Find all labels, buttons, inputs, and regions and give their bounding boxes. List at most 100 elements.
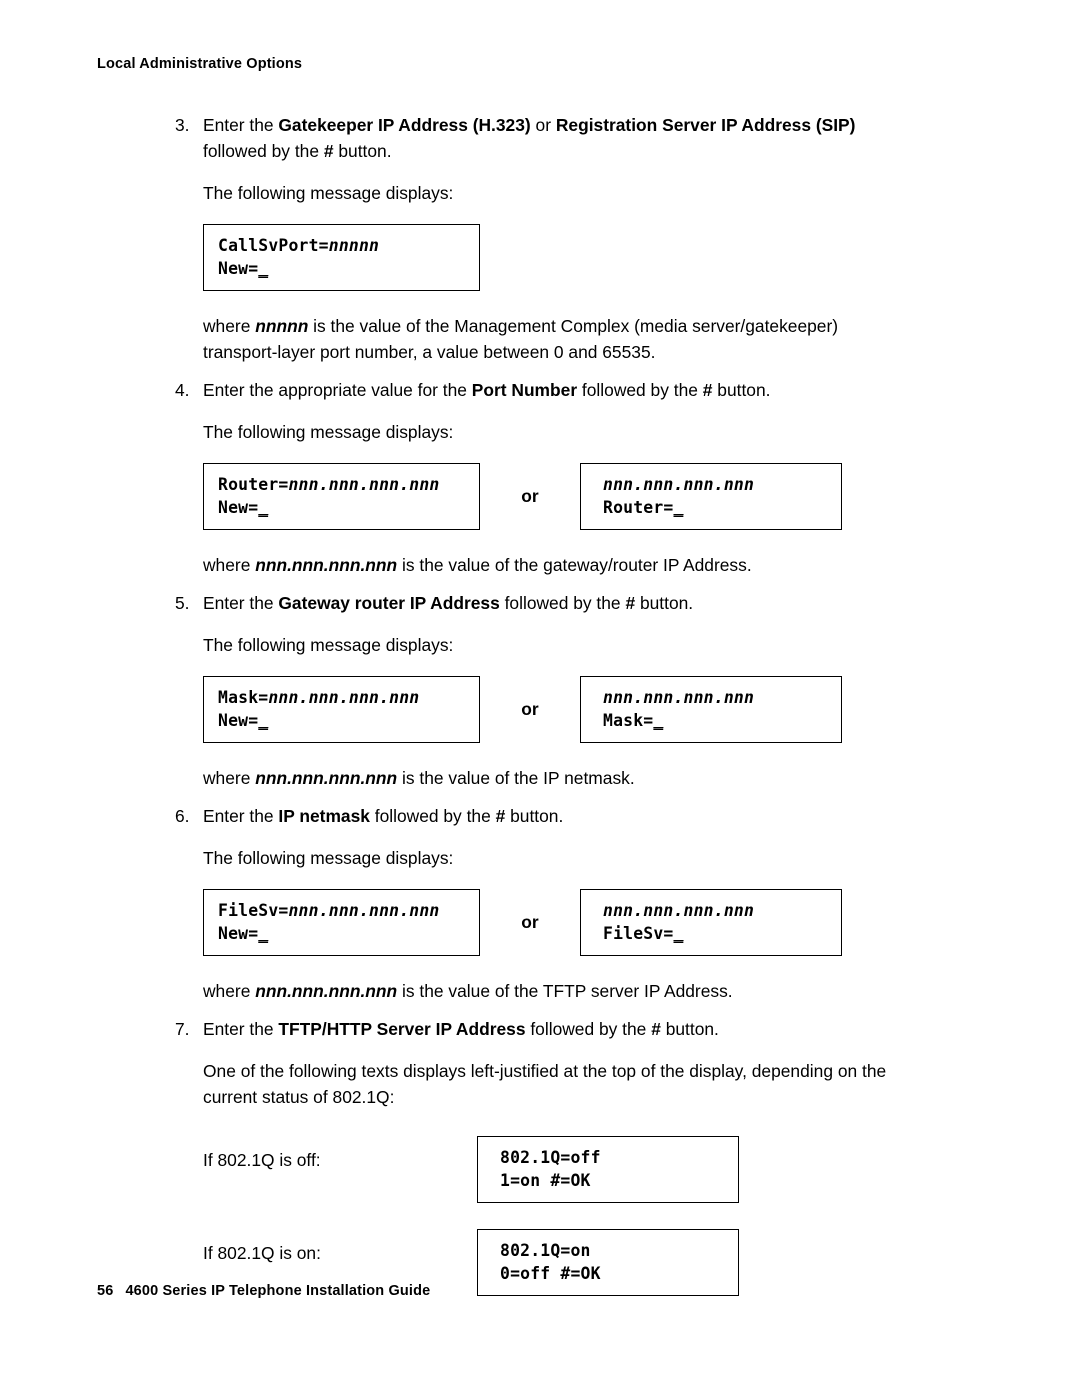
step-6-tail-post: button. (505, 806, 564, 826)
lcd-box-router-right: nnn.nnn.nnn.nnn Router=_ (580, 463, 842, 530)
step-5-text: Enter the Gateway router IP Address foll… (203, 590, 985, 616)
step-7-text: Enter the TFTP/HTTP Server IP Address fo… (203, 1016, 985, 1042)
lcd-filesv-right-var: nnn.nnn.nnn.nnn (603, 901, 755, 920)
or-label-filesv: or (521, 912, 539, 932)
lcd-q-off-line2: 1=on #=OK (500, 1171, 591, 1190)
where-router-var: nnn.nnn.nnn.nnn (255, 555, 398, 575)
step-7-tail-pre: followed by the (525, 1019, 652, 1039)
where-note-callsvport: where nnnnn is the value of the Manageme… (203, 313, 985, 365)
step-5: 5. Enter the Gateway router IP Address f… (175, 590, 985, 616)
where-router-pre: where (203, 555, 256, 575)
step-6-lead: Enter the (203, 806, 279, 826)
lcd-callsvport-new-label: New= (218, 259, 259, 278)
step-7-hash: # (651, 1019, 661, 1039)
lcd-router-right-cursor: _ (673, 498, 684, 517)
where-note-mask: where nnn.nnn.nnn.nnn is the value of th… (203, 765, 985, 791)
lcd-box-callsvport: CallSvPort=nnnnn New=_ (203, 224, 480, 291)
step-5-follow: The following message displays: (203, 635, 454, 655)
or-label-router: or (521, 486, 539, 506)
lcd-mask-new-label: New= (218, 711, 259, 730)
lcd-filesv-new-label: New= (218, 924, 259, 943)
step-3-mid: or (530, 115, 556, 135)
where-filesv-pre: where (203, 981, 256, 1001)
step-7-lead: Enter the (203, 1019, 279, 1039)
lcd-router-label: Router= (218, 475, 289, 494)
where-note-router: where nnn.nnn.nnn.nnn is the value of th… (203, 552, 985, 578)
where-callsvport-post: is the value of the Management Complex (… (308, 316, 839, 336)
step-3-tail-post: button. (333, 141, 392, 161)
step-6-number: 6. (175, 806, 190, 826)
lcd-callsvport-var: nnnnn (328, 236, 380, 255)
step-6-follow: The following message displays: (203, 848, 454, 868)
lcd-router-right-label: Router= (603, 498, 674, 517)
document-page: Local Administrative Options 3. Enter th… (0, 0, 1080, 1397)
step-3-tail-pre: followed by the (203, 141, 324, 161)
lcd-router-new-label: New= (218, 498, 259, 517)
q-label-on: If 802.1Q is on: (203, 1243, 321, 1263)
step-7-follow-line1: One of the following texts displays left… (203, 1061, 887, 1081)
body-column: 3. Enter the Gatekeeper IP Address (H.32… (175, 112, 985, 1296)
lcd-box-filesv-right: nnn.nnn.nnn.nnn FileSv=_ (580, 889, 842, 956)
or-label-mask: or (521, 699, 539, 719)
lcd-row-filesv: FileSv=nnn.nnn.nnn.nnn New=_ or nnn.nnn.n… (203, 889, 985, 956)
step-3-number: 3. (175, 115, 190, 135)
lcd-mask-right-label: Mask= (603, 711, 654, 730)
lcd-box-q-off: 802.1Q=off 1=on #=OK (477, 1136, 739, 1203)
step-3-bold-gatekeeper: Gatekeeper IP Address (H.323) (278, 115, 531, 135)
step-6-bold-ip-netmask: IP netmask (278, 806, 370, 826)
lcd-router-right-var: nnn.nnn.nnn.nnn (603, 475, 755, 494)
lcd-router-var: nnn.nnn.nnn.nnn (288, 475, 440, 494)
step-5-lead: Enter the (203, 593, 279, 613)
step-5-hash: # (625, 593, 636, 613)
where-note-filesv: where nnn.nnn.nnn.nnn is the value of th… (203, 978, 985, 1004)
step-6-text: Enter the IP netmask followed by the # b… (203, 803, 985, 829)
step-4-bold-port-number: Port Number (471, 380, 578, 400)
where-filesv-post: is the value of the TFTP server IP Addre… (397, 981, 733, 1001)
where-mask-post: is the value of the IP netmask. (397, 768, 635, 788)
page-footer: 56 4600 Series IP Telephone Installation … (97, 1283, 430, 1299)
lcd-row-mask: Mask=nnn.nnn.nnn.nnn New=_ or nnn.nnn.nnn… (203, 676, 985, 743)
lcd-q-on-line2: 0=off #=OK (500, 1264, 601, 1283)
running-head: Local Administrative Options (97, 56, 303, 72)
step-3-lead: Enter the (203, 115, 279, 135)
lcd-filesv-label: FileSv= (218, 901, 289, 920)
step-6-hash: # (495, 806, 506, 826)
lcd-box-router-left: Router=nnn.nnn.nnn.nnn New=_ (203, 463, 480, 530)
step-7-number: 7. (175, 1019, 190, 1039)
lcd-mask-right-cursor: _ (653, 711, 664, 730)
lcd-box-q-on: 802.1Q=on 0=off #=OK (477, 1229, 739, 1296)
lcd-q-off-line1: 802.1Q=off (500, 1148, 601, 1167)
where-callsvport-pre: where (203, 316, 256, 336)
step-4-hash: # (702, 380, 713, 400)
lcd-row-callsvport: CallSvPort=nnnnn New=_ (203, 224, 985, 291)
lcd-callsvport-label: CallSvPort= (218, 236, 329, 255)
lcd-filesv-cursor: _ (258, 924, 269, 943)
lcd-box-mask-right: nnn.nnn.nnn.nnn Mask=_ (580, 676, 842, 743)
step-5-number: 5. (175, 593, 190, 613)
step-5-tail-pre: followed by the (499, 593, 626, 613)
step-4-number: 4. (175, 380, 190, 400)
step-3-follow: The following message displays: (203, 183, 454, 203)
step-7-bold-tftp-http: TFTP/HTTP Server IP Address (278, 1019, 526, 1039)
lcd-mask-cursor: _ (258, 711, 269, 730)
where-filesv-var: nnn.nnn.nnn.nnn (255, 981, 398, 1001)
lcd-filesv-right-cursor: _ (673, 924, 684, 943)
lcd-mask-right-var: nnn.nnn.nnn.nnn (603, 688, 755, 707)
step-6-tail-pre: followed by the (369, 806, 496, 826)
step-3-text: Enter the Gatekeeper IP Address (H.323) … (203, 112, 985, 164)
where-router-post: is the value of the gateway/router IP Ad… (397, 555, 752, 575)
step-5-tail-post: button. (635, 593, 694, 613)
lcd-q-on-line1: 802.1Q=on (500, 1241, 591, 1260)
lcd-box-mask-left: Mask=nnn.nnn.nnn.nnn New=_ (203, 676, 480, 743)
lcd-filesv-right-label: FileSv= (603, 924, 674, 943)
lcd-box-filesv-left: FileSv=nnn.nnn.nnn.nnn New=_ (203, 889, 480, 956)
where-callsvport-var: nnnnn (255, 316, 309, 336)
lcd-row-router: Router=nnn.nnn.nnn.nnn New=_ or nnn.nnn.n… (203, 463, 985, 530)
step-7-follow: One of the following texts displays left… (203, 1058, 985, 1110)
step-4: 4. Enter the appropriate value for the P… (175, 377, 985, 403)
lcd-mask-label: Mask= (218, 688, 269, 707)
step-4-lead: Enter the appropriate value for the (203, 380, 472, 400)
step-4-tail-post: button. (712, 380, 771, 400)
step-3-bold-registration: Registration Server IP Address (SIP) (555, 115, 856, 135)
step-3: 3. Enter the Gatekeeper IP Address (H.32… (175, 112, 985, 164)
